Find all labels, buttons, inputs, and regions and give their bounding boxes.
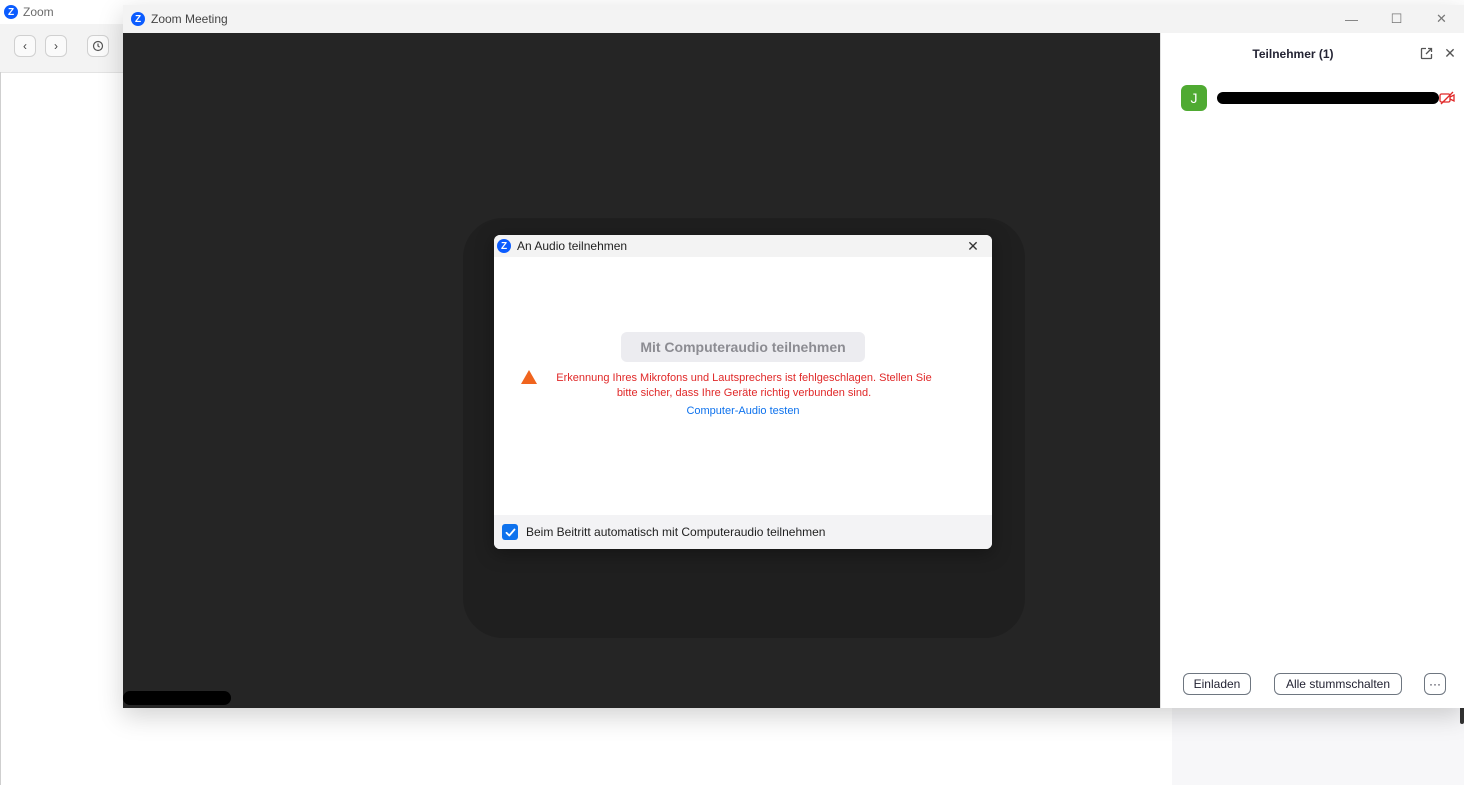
checkmark-icon [505, 528, 515, 536]
history-icon [92, 40, 104, 52]
zoom-client-title: Zoom [23, 5, 54, 19]
dialog-close-button[interactable]: ✕ [964, 237, 982, 255]
meeting-title-text: Zoom Meeting [151, 12, 228, 26]
zoom-logo-icon: Z [497, 239, 511, 253]
dialog-title-text: An Audio teilnehmen [517, 239, 628, 253]
history-button[interactable] [87, 35, 109, 57]
popout-button[interactable] [1417, 44, 1435, 62]
warning-icon [521, 370, 537, 384]
back-button[interactable]: ‹ [14, 35, 36, 57]
participants-footer: Einladen Alle stummschalten ··· [1161, 673, 1464, 701]
avatar: J [1181, 85, 1207, 111]
participants-panel: Teilnehmer (1) ✕ J Einladen Alle stummsc… [1160, 33, 1464, 708]
redacted-participant-name [1217, 92, 1439, 104]
close-icon: ✕ [1436, 11, 1447, 26]
close-panel-button[interactable]: ✕ [1441, 44, 1459, 62]
chevron-left-icon: ‹ [23, 39, 27, 53]
close-icon: ✕ [967, 237, 979, 254]
join-computer-audio-button[interactable]: Mit Computeraudio teilnehmen [621, 332, 865, 362]
dialog-title: Z An Audio teilnehmen [494, 239, 627, 253]
participants-title: Teilnehmer (1) [1252, 47, 1334, 61]
close-icon: ✕ [1444, 44, 1456, 61]
join-audio-dialog: Z An Audio teilnehmen ✕ Mit Computeraudi… [494, 235, 992, 549]
chevron-right-icon: › [54, 39, 58, 53]
zoom-client-toolbar: ‹ › [0, 24, 123, 73]
forward-button[interactable]: › [45, 35, 67, 57]
video-off-icon [1439, 91, 1455, 105]
minimize-icon: — [1345, 11, 1358, 27]
mute-all-button[interactable]: Alle stummschalten [1274, 673, 1402, 695]
close-window-button[interactable]: ✕ [1419, 5, 1464, 33]
redacted-name [123, 691, 231, 705]
auto-join-checkbox[interactable] [502, 524, 518, 540]
dialog-footer: Beim Beitritt automatisch mit Computerau… [494, 515, 992, 549]
window-border [0, 72, 1, 785]
minimize-button[interactable]: — [1329, 5, 1374, 33]
more-options-button[interactable]: ··· [1424, 673, 1446, 695]
dialog-titlebar: Z An Audio teilnehmen ✕ [494, 235, 992, 257]
zoom-logo-icon: Z [131, 12, 145, 26]
zoom-logo-icon: Z [4, 5, 18, 19]
invite-button[interactable]: Einladen [1183, 673, 1251, 695]
maximize-icon: ☐ [1390, 11, 1403, 26]
participant-row[interactable]: J [1181, 85, 1461, 111]
meeting-title: Z Zoom Meeting [123, 12, 228, 26]
audio-error-message: Erkennung Ihres Mikrofons und Lautsprech… [556, 372, 932, 399]
popout-icon [1420, 47, 1432, 59]
window-controls: — ☐ ✕ [1329, 5, 1464, 33]
test-computer-audio-link: Computer-Audio testen [494, 405, 992, 417]
auto-join-label: Beim Beitritt automatisch mit Computerau… [526, 525, 826, 539]
meeting-titlebar: Z Zoom Meeting — ☐ ✕ [123, 5, 1464, 33]
background-panel [1172, 708, 1464, 785]
test-computer-audio-link-text[interactable]: Computer-Audio testen [686, 405, 799, 417]
maximize-button[interactable]: ☐ [1374, 5, 1419, 33]
